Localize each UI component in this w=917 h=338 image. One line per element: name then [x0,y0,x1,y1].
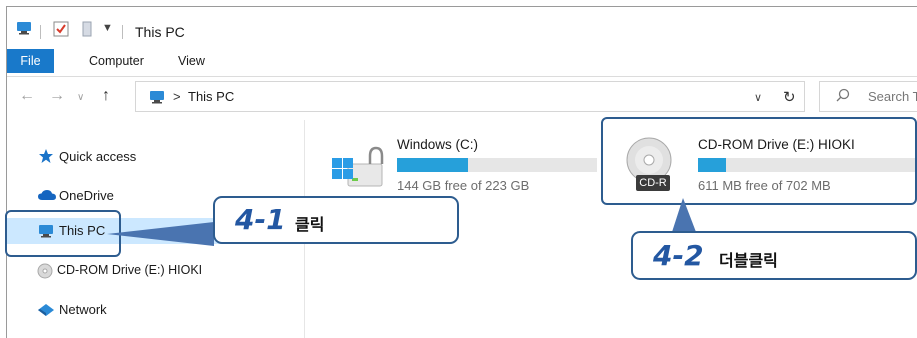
callout-instruction: 클릭 [295,215,325,234]
callout-instruction: 더블클릭 [719,251,778,270]
callout-4-2: 4-2 더블클릭 [631,231,917,280]
callout-number: 4-1 [235,203,286,236]
callout-number: 4-2 [653,239,704,272]
callout-4-1: 4-1 클릭 [213,196,459,244]
callout-connectors [107,198,696,246]
